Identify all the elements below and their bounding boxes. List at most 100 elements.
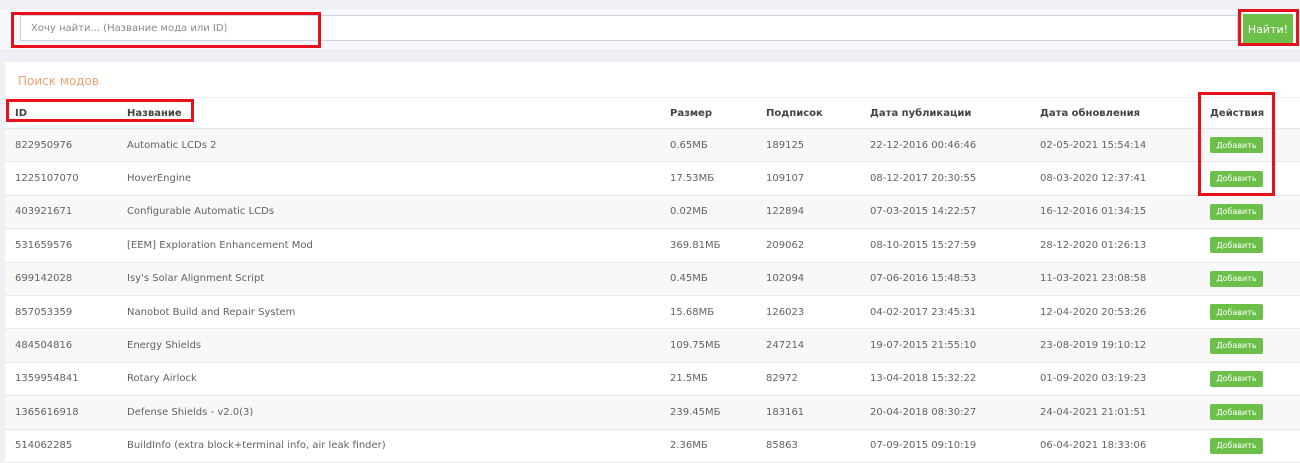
cell-updated: 06-04-2021 18:33:06 [1040, 440, 1147, 452]
cell-published: 04-02-2017 23:45:31 [870, 306, 977, 318]
cell-id: 484504816 [15, 340, 73, 352]
cell-size: 109.75МБ [670, 340, 721, 352]
cell-name: BuildInfo (extra block+terminal info, ai… [127, 440, 386, 452]
column-header-published: Дата публикации [870, 107, 972, 119]
table-row: 403921671 Configurable Automatic LCDs 0.02… [5, 195, 1300, 230]
add-mod-button[interactable]: Добавить [1210, 170, 1263, 187]
cell-published: 08-12-2017 20:30:55 [870, 173, 977, 185]
cell-subscriptions: 109107 [766, 173, 805, 185]
cell-size: 21.5МБ [670, 373, 708, 385]
add-mod-button[interactable]: Добавить [1210, 237, 1263, 254]
cell-name: HoverEngine [127, 173, 192, 185]
cell-id: 1359954841 [15, 373, 79, 385]
cell-id: 1225107070 [15, 173, 79, 185]
cell-updated: 24-04-2021 21:01:51 [1040, 406, 1147, 418]
search-button[interactable]: Найти! [1243, 14, 1293, 44]
cell-id: 857053359 [15, 306, 73, 318]
table-row: 1359954841 Rotary Airlock 21.5МБ 82972 13-04… [5, 362, 1300, 397]
cell-id: 403921671 [15, 206, 73, 218]
column-header-name: Название [127, 107, 182, 119]
add-mod-button[interactable]: Добавить [1210, 304, 1263, 321]
search-input[interactable] [20, 15, 1238, 41]
cell-actions: Добавить [1210, 162, 1263, 194]
mod-search-panel: Поиск модов ID Название Размер Подписок … [5, 62, 1300, 463]
column-header-actions: Действия [1210, 107, 1265, 119]
cell-size: 0.02МБ [670, 206, 708, 218]
cell-published: 19-07-2015 21:55:10 [870, 340, 977, 352]
cell-published: 08-10-2015 15:27:59 [870, 239, 977, 251]
cell-published: 13-04-2018 15:32:22 [870, 373, 977, 385]
cell-name: Automatic LCDs 2 [127, 139, 217, 151]
add-mod-button[interactable]: Добавить [1210, 137, 1263, 154]
table-row: 822950976 Automatic LCDs 2 0.65МБ 189125 22-… [5, 129, 1300, 163]
cell-name: Rotary Airlock [127, 373, 197, 385]
cell-published: 07-03-2015 14:22:57 [870, 206, 977, 218]
cell-updated: 16-12-2016 01:34:15 [1040, 206, 1147, 218]
cell-actions: Добавить [1210, 363, 1263, 395]
cell-actions: Добавить [1210, 196, 1263, 228]
table-row: 699142028 Isy's Solar Alignment Script 0.4… [5, 262, 1300, 296]
cell-published: 22-12-2016 00:46:46 [870, 139, 977, 151]
cell-subscriptions: 122894 [766, 206, 805, 218]
search-bar: Найти! [0, 9, 1300, 49]
cell-subscriptions: 209062 [766, 239, 805, 251]
cell-updated: 11-03-2021 23:08:58 [1040, 273, 1147, 285]
cell-subscriptions: 82972 [766, 373, 798, 385]
cell-actions: Добавить [1210, 396, 1263, 428]
cell-subscriptions: 189125 [766, 139, 805, 151]
cell-id: 699142028 [15, 273, 73, 285]
cell-published: 20-04-2018 08:30:27 [870, 406, 977, 418]
cell-size: 0.45МБ [670, 273, 708, 285]
cell-name: [EEM] Exploration Enhancement Mod [127, 239, 313, 251]
cell-actions: Добавить [1210, 263, 1263, 295]
column-header-id: ID [15, 107, 28, 119]
cell-size: 239.45МБ [670, 406, 721, 418]
table-body: 822950976 Automatic LCDs 2 0.65МБ 189125 22-… [5, 129, 1300, 463]
column-header-size: Размер [670, 107, 713, 119]
column-header-updated: Дата обновления [1040, 107, 1141, 119]
cell-name: Isy's Solar Alignment Script [127, 273, 265, 285]
cell-id: 822950976 [15, 139, 73, 151]
cell-actions: Добавить [1210, 329, 1263, 361]
cell-updated: 08-03-2020 12:37:41 [1040, 173, 1147, 185]
cell-subscriptions: 85863 [766, 440, 798, 452]
cell-size: 15.68МБ [670, 306, 715, 318]
cell-actions: Добавить [1210, 229, 1263, 261]
add-mod-button[interactable]: Добавить [1210, 370, 1263, 387]
cell-name: Configurable Automatic LCDs [127, 206, 275, 218]
cell-updated: 01-09-2020 03:19:23 [1040, 373, 1147, 385]
cell-subscriptions: 247214 [766, 340, 805, 352]
cell-id: 514062285 [15, 440, 73, 452]
cell-updated: 02-05-2021 15:54:14 [1040, 139, 1147, 151]
table-row: 484504816 Energy Shields 109.75МБ 247214 19-… [5, 329, 1300, 363]
cell-name: Defense Shields - v2.0(3) [127, 406, 254, 418]
cell-name: Energy Shields [127, 340, 202, 352]
cell-actions: Добавить [1210, 430, 1263, 462]
cell-id: 1365616918 [15, 406, 79, 418]
add-mod-button[interactable]: Добавить [1210, 270, 1263, 287]
cell-actions: Добавить [1210, 296, 1263, 328]
column-header-subscriptions: Подписок [766, 107, 823, 119]
cell-name: Nanobot Build and Repair System [127, 306, 296, 318]
cell-subscriptions: 126023 [766, 306, 805, 318]
table-row: 514062285 BuildInfo (extra block+terminal… [5, 429, 1300, 463]
table-header: ID Название Размер Подписок Дата публика… [5, 97, 1300, 130]
add-mod-button[interactable]: Добавить [1210, 437, 1263, 454]
table-row: 531659576 [EEM] Exploration Enhancement M… [5, 229, 1300, 263]
cell-subscriptions: 102094 [766, 273, 805, 285]
panel-title: Поиск модов [18, 74, 99, 88]
cell-actions: Добавить [1210, 129, 1263, 161]
table-row: 1365616918 Defense Shields - v2.0(3) 239.4… [5, 396, 1300, 430]
cell-size: 2.36МБ [670, 440, 708, 452]
cell-size: 17.53МБ [670, 173, 715, 185]
add-mod-button[interactable]: Добавить [1210, 337, 1263, 354]
cell-published: 07-09-2015 09:10:19 [870, 440, 977, 452]
cell-updated: 12-04-2020 20:53:26 [1040, 306, 1147, 318]
cell-subscriptions: 183161 [766, 406, 805, 418]
cell-published: 07-06-2016 15:48:53 [870, 273, 977, 285]
add-mod-button[interactable]: Добавить [1210, 404, 1263, 421]
cell-updated: 23-08-2019 19:10:12 [1040, 340, 1147, 352]
cell-size: 0.65МБ [670, 139, 708, 151]
add-mod-button[interactable]: Добавить [1210, 203, 1263, 220]
table-row: 857053359 Nanobot Build and Repair System… [5, 295, 1300, 330]
